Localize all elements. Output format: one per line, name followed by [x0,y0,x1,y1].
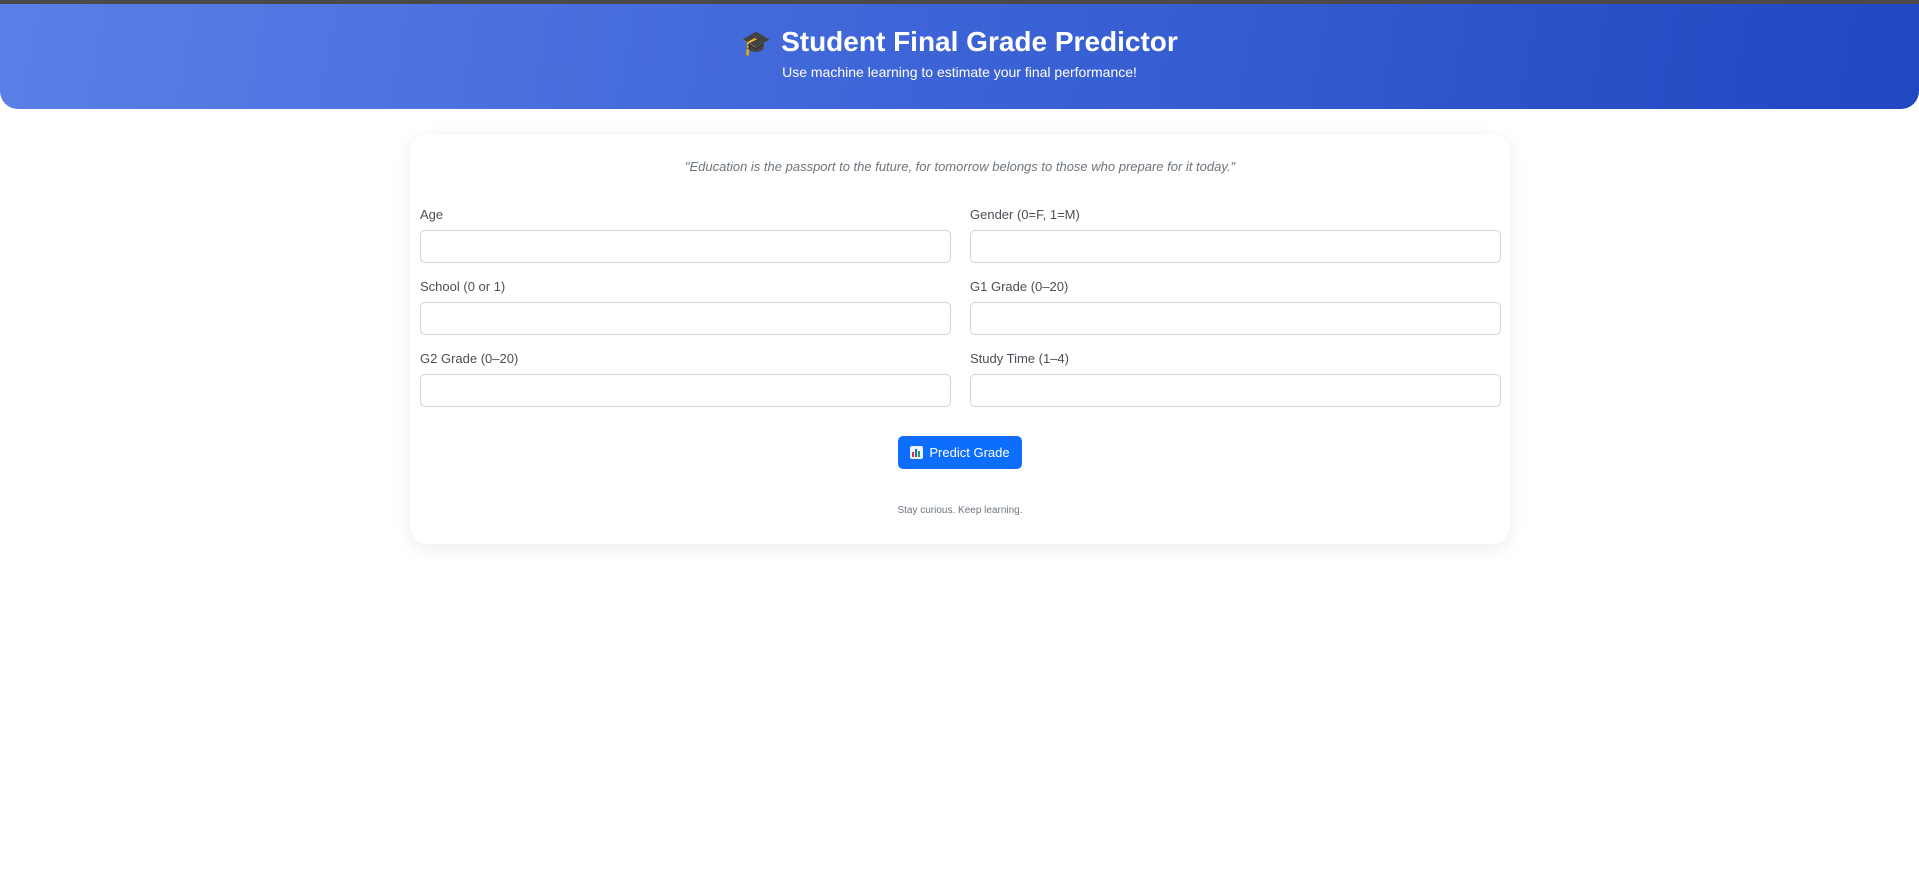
bar-chart-icon [910,446,924,459]
g1-grade-label: G1 Grade (0–20) [970,279,1069,294]
page-title-row: 🎓 Student Final Grade Predictor [0,22,1919,64]
gender-field-group: Gender (0=F, 1=M) [970,206,1501,263]
study-time-input[interactable] [970,374,1501,407]
study-time-field-group: Study Time (1–4) [970,350,1501,407]
age-field-group: Age [420,206,951,263]
school-input[interactable] [420,302,951,335]
study-time-label: Study Time (1–4) [970,351,1069,366]
graduation-cap-icon: 🎓 [741,30,772,57]
gender-label: Gender (0=F, 1=M) [970,207,1080,222]
quote-text: "Education is the passport to the future… [684,159,1236,174]
age-label: Age [420,207,444,222]
g2-grade-label: G2 Grade (0–20) [420,351,519,366]
footer-text: Stay curious. Keep learning. [897,505,1023,516]
predict-grade-button[interactable]: Predict Grade [898,436,1022,469]
page-title: Student Final Grade Predictor [781,26,1178,57]
g2-grade-field-group: G2 Grade (0–20) [420,350,951,407]
gender-input[interactable] [970,230,1501,263]
page-header: 🎓 Student Final Grade Predictor Use machi… [0,4,1919,109]
prediction-form-card: "Education is the passport to the future… [410,134,1510,544]
school-label: School (0 or 1) [420,279,506,294]
page-subtitle: Use machine learning to estimate your fi… [782,64,1137,80]
predict-grade-label: Predict Grade [929,445,1010,460]
g2-grade-input[interactable] [420,374,951,407]
age-input[interactable] [420,230,951,263]
school-field-group: School (0 or 1) [420,278,951,335]
g1-grade-field-group: G1 Grade (0–20) [970,278,1501,335]
g1-grade-input[interactable] [970,302,1501,335]
